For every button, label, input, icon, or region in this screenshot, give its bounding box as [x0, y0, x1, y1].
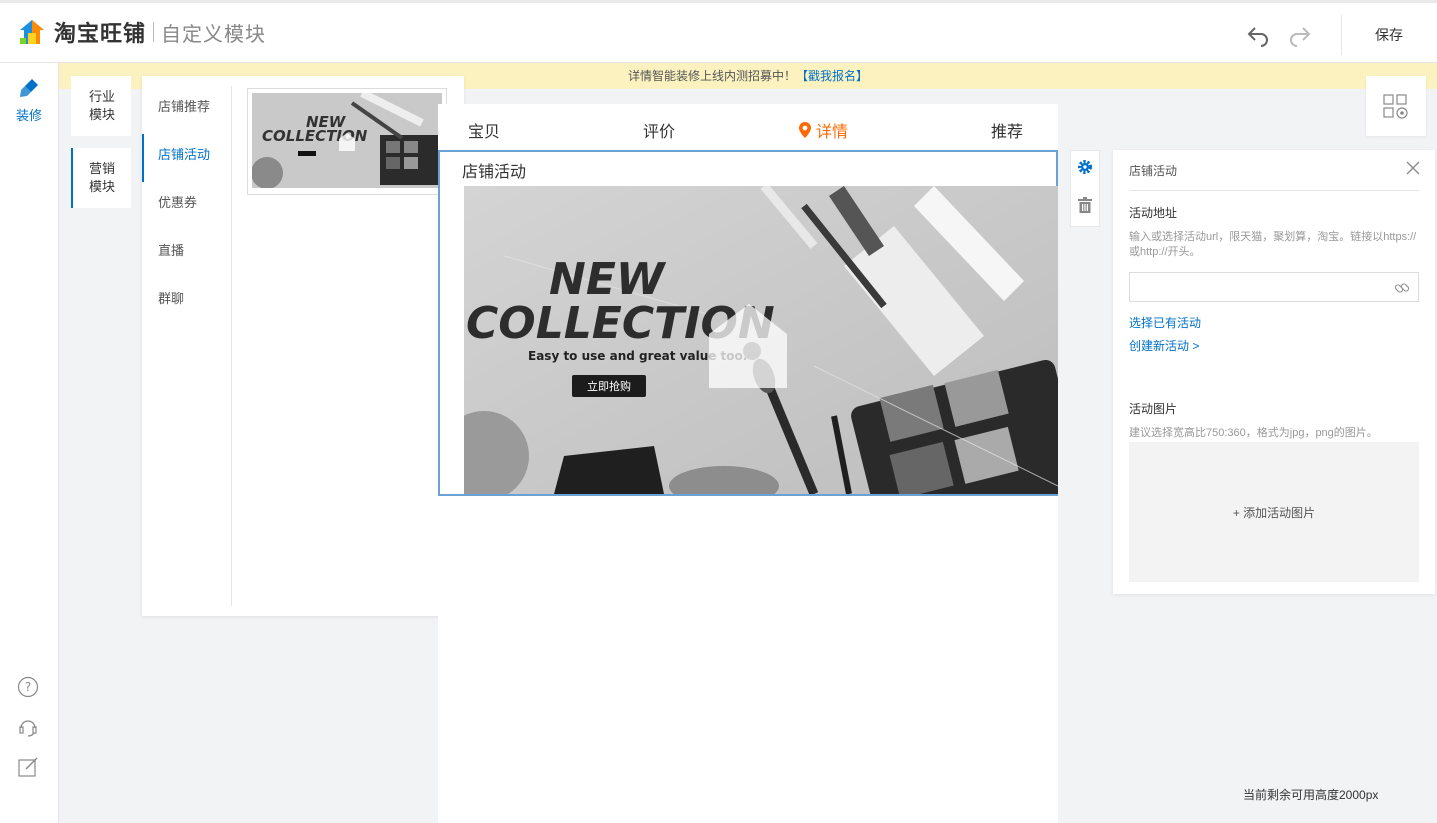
add-activity-image-button[interactable]: + 添加活动图片 — [1129, 442, 1419, 582]
subnav-shop-activity[interactable]: 店铺活动 — [142, 134, 231, 182]
add-image-label: + 添加活动图片 — [1232, 505, 1316, 520]
undo-icon[interactable] — [1246, 23, 1270, 47]
nav-item-details-label: 详情 — [816, 124, 849, 141]
nav-item-reviews[interactable]: 评价 — [643, 118, 675, 142]
toolbar-divider — [1341, 15, 1342, 55]
address-hint: 输入或选择活动url，限天猫，聚划算，淘宝。链接以https://或http:/… — [1129, 231, 1417, 258]
notice-signup-link[interactable]: 【戳我报名】 — [796, 69, 868, 83]
activity-module-thumbnail[interactable]: NEW COLLECTION — [247, 88, 447, 195]
brand-separator — [153, 22, 155, 42]
subnav-live[interactable]: 直播 — [142, 230, 231, 278]
notice-text: 详情智能装修上线内测招募中！ — [627, 69, 796, 83]
tab-label: 营销模块 — [88, 161, 115, 194]
activity-banner: NEW COLLECTION Easy to use and great val… — [464, 186, 1058, 494]
page-title: 自定义模块 — [161, 23, 267, 46]
selected-activity-module[interactable]: 店铺活动 NEW COLLECTION Easy to use and grea… — [438, 150, 1058, 496]
module-sub-nav: 店铺推荐 店铺活动 优惠券 直播 群聊 — [142, 86, 232, 606]
create-new-activity-link[interactable]: 创建新活动 > — [1129, 337, 1199, 354]
edit-icon[interactable] — [17, 756, 39, 778]
image-hint: 建议选择宽高比750:360，格式为jpg，png的图片。 — [1129, 427, 1378, 439]
link-icon[interactable] — [1394, 280, 1410, 296]
gear-icon[interactable] — [1077, 159, 1093, 175]
activity-url-input[interactable] — [1129, 272, 1419, 302]
nav-item-details[interactable]: 详情 — [798, 118, 848, 142]
module-category-tabs: 行业模块 营销模块 — [71, 76, 131, 220]
top-bar: 淘宝旺铺 自定义模块 保存 — [0, 0, 1437, 63]
tab-marketing-modules[interactable]: 营销模块 — [71, 148, 131, 208]
redo-icon[interactable] — [1288, 23, 1312, 47]
subnav-shop-recommend[interactable]: 店铺推荐 — [142, 86, 231, 134]
shop-house-icon — [20, 20, 44, 44]
banner-image: NEW COLLECTION Easy to use and great val… — [464, 186, 1058, 494]
brand-name: 淘宝旺铺 — [54, 21, 147, 46]
module-grid-button[interactable] — [1366, 76, 1426, 136]
subnav-group-chat[interactable]: 群聊 — [142, 278, 231, 326]
decorate-label: 装修 — [16, 108, 43, 123]
svg-text:?: ? — [25, 680, 31, 694]
save-button[interactable]: 保存 — [1375, 25, 1403, 45]
location-pin-icon — [799, 122, 811, 138]
help-icon[interactable]: ? — [17, 676, 39, 698]
remaining-height-note: 当前剩余可用高度2000px — [1243, 788, 1379, 802]
brush-icon — [20, 79, 38, 97]
address-label: 活动地址 — [1129, 206, 1178, 220]
tab-label: 行业模块 — [88, 89, 115, 122]
grid-settings-icon — [1383, 94, 1408, 119]
trash-icon[interactable] — [1078, 197, 1092, 213]
panel-title: 店铺活动 — [1129, 164, 1178, 178]
headset-icon[interactable] — [17, 716, 39, 738]
activity-settings-panel: 店铺活动 活动地址 输入或选择活动url，限天猫，聚划算，淘宝。链接以https… — [1113, 150, 1435, 594]
module-toolbar — [1070, 150, 1100, 227]
detail-nav-bar: 宝贝 评价 详情 推荐 — [438, 104, 1058, 150]
select-existing-activity-link[interactable]: 选择已有活动 — [1129, 314, 1201, 331]
banner-cta: 立即抢购 — [587, 379, 631, 393]
module-title: 店铺活动 — [462, 164, 527, 181]
thumbnail-image: NEW COLLECTION — [251, 89, 442, 189]
module-drawer: 店铺推荐 店铺活动 优惠券 直播 群聊 NEW COLLECTION — [142, 76, 464, 616]
close-icon[interactable] — [1406, 161, 1420, 175]
nav-item-recommend[interactable]: 推荐 — [991, 118, 1023, 142]
nav-item-products[interactable]: 宝贝 — [468, 118, 500, 142]
left-rail: 装修 ? — [0, 63, 59, 823]
tab-industry-modules[interactable]: 行业模块 — [71, 76, 131, 136]
decorate-tab[interactable]: 装修 — [16, 77, 42, 125]
image-label: 活动图片 — [1129, 402, 1178, 416]
brand-logo[interactable]: 淘宝旺铺 自定义模块 — [18, 17, 266, 47]
subnav-coupon[interactable]: 优惠券 — [142, 182, 231, 230]
panel-divider — [1129, 190, 1419, 191]
